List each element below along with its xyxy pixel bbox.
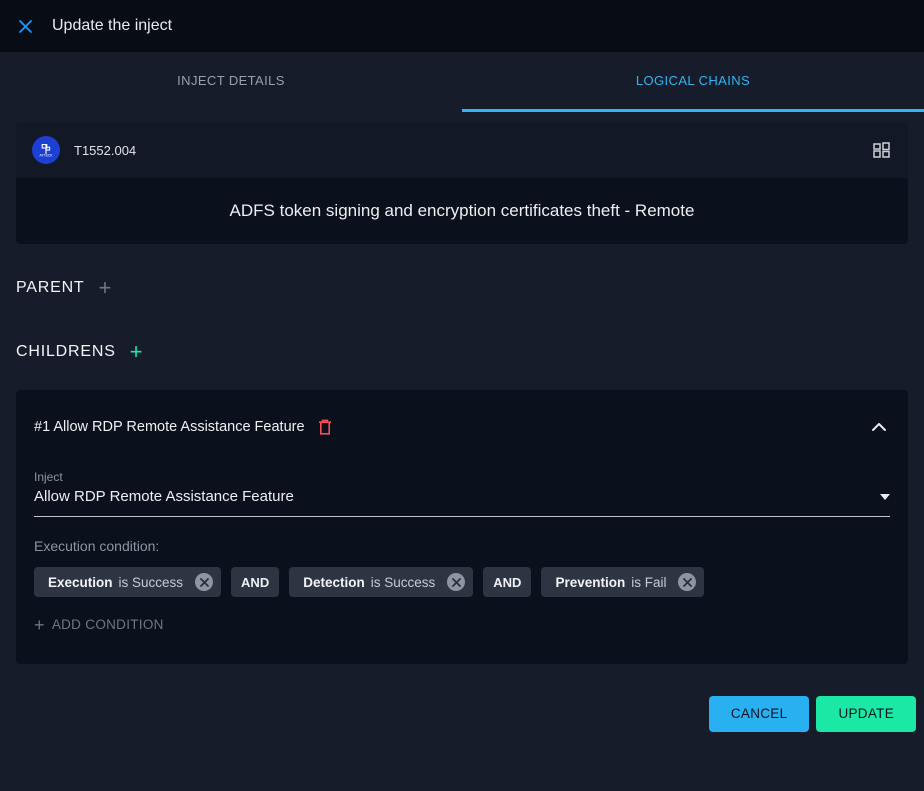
condition-name: Execution xyxy=(48,575,113,590)
condition-chip-detection: Detection is Success xyxy=(289,567,473,597)
matrix-grid-icon xyxy=(870,140,892,161)
attack-card-body: ADFS token signing and encryption certif… xyxy=(16,178,908,244)
operator-and: AND xyxy=(231,567,279,597)
add-condition-button[interactable]: + ADD CONDITION xyxy=(34,617,164,632)
add-condition-label: ADD CONDITION xyxy=(52,617,164,632)
condition-chip-execution: Execution is Success xyxy=(34,567,221,597)
attack-technique-title: ADFS token signing and encryption certif… xyxy=(230,201,695,221)
remove-condition-button[interactable] xyxy=(678,573,696,591)
mitre-attack-badge-icon: ATT&CK xyxy=(32,136,60,164)
trash-icon xyxy=(317,418,333,436)
childrens-section-label: CHILDRENS xyxy=(16,343,116,361)
tab-bar: INJECT DETAILS LOGICAL CHAINS xyxy=(0,52,924,112)
delete-child-button[interactable] xyxy=(317,418,333,436)
dialog-title: Update the inject xyxy=(52,17,172,35)
parent-section-label: PARENT xyxy=(16,279,85,297)
condition-predicate: is Success xyxy=(119,575,184,590)
dialog-titlebar: Update the inject xyxy=(0,0,924,52)
child-chain-card: #1 Allow RDP Remote Assistance Feature I… xyxy=(16,390,908,664)
update-button[interactable]: UPDATE xyxy=(816,696,916,732)
chevron-up-icon xyxy=(872,423,886,431)
technique-id: T1552.004 xyxy=(74,143,136,158)
remove-condition-button[interactable] xyxy=(195,573,213,591)
dialog-footer: CANCEL UPDATE xyxy=(0,696,924,732)
attack-technique-card: ATT&CK T1552.004 ADFS token signing and … xyxy=(16,122,908,244)
condition-chip-prevention: Prevention is Fail xyxy=(541,567,704,597)
svg-text:ATT&CK: ATT&CK xyxy=(39,154,53,158)
remove-condition-button[interactable] xyxy=(447,573,465,591)
condition-predicate: is Success xyxy=(371,575,436,590)
child-chain-title: #1 Allow RDP Remote Assistance Feature xyxy=(34,419,305,435)
childrens-section: CHILDRENS + xyxy=(16,340,908,364)
dropdown-caret-icon xyxy=(880,494,890,500)
matrix-grid-button[interactable] xyxy=(870,140,892,161)
inject-field-label: Inject xyxy=(34,470,890,484)
remove-condition-x-icon xyxy=(452,578,461,587)
parent-section: PARENT + xyxy=(16,276,908,300)
condition-chips-row: Execution is Success AND Detection is Su… xyxy=(34,567,890,597)
remove-condition-x-icon xyxy=(200,578,209,587)
child-chain-header: #1 Allow RDP Remote Assistance Feature xyxy=(34,418,890,436)
tab-inject-details[interactable]: INJECT DETAILS xyxy=(0,52,462,112)
tab-logical-chains[interactable]: LOGICAL CHAINS xyxy=(462,52,924,112)
execution-condition-label: Execution condition: xyxy=(34,538,890,554)
add-parent-button[interactable]: + xyxy=(99,278,112,298)
condition-name: Prevention xyxy=(555,575,625,590)
dialog-content: ATT&CK T1552.004 ADFS token signing and … xyxy=(0,122,924,664)
operator-and: AND xyxy=(483,567,531,597)
inject-select[interactable]: Allow RDP Remote Assistance Feature xyxy=(34,484,890,517)
cancel-button[interactable]: CANCEL xyxy=(709,696,810,732)
add-child-button[interactable]: + xyxy=(130,342,143,362)
close-button[interactable] xyxy=(14,15,36,37)
condition-name: Detection xyxy=(303,575,365,590)
attack-card-header: ATT&CK T1552.004 xyxy=(16,122,908,178)
plus-icon: + xyxy=(34,618,45,632)
close-icon xyxy=(18,19,33,34)
remove-condition-x-icon xyxy=(683,578,692,587)
collapse-child-button[interactable] xyxy=(872,423,890,431)
condition-predicate: is Fail xyxy=(631,575,666,590)
inject-select-value: Allow RDP Remote Assistance Feature xyxy=(34,488,880,505)
